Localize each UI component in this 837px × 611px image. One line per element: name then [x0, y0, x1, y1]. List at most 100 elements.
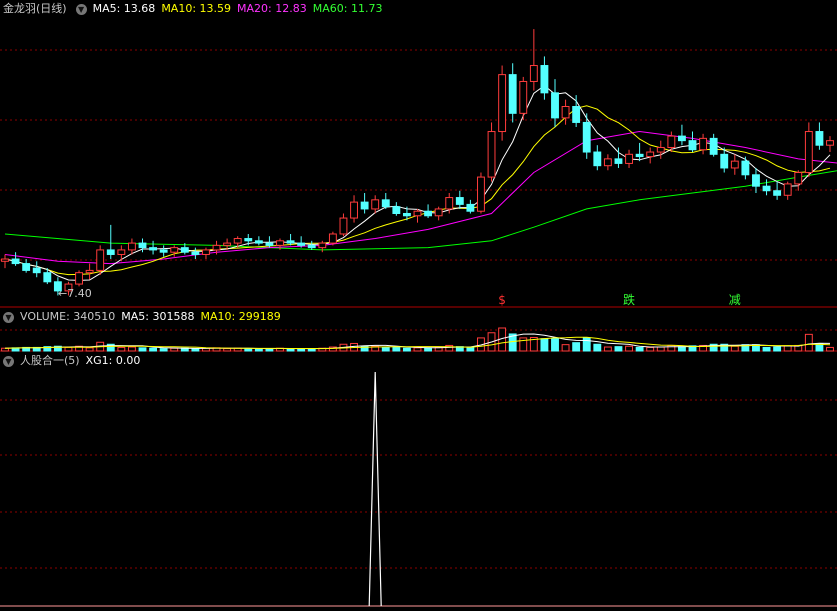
candle-body — [43, 272, 52, 283]
candle-body — [117, 249, 126, 255]
candle-body — [286, 240, 295, 244]
volume-bar — [561, 344, 570, 352]
volume-bar — [127, 346, 136, 352]
candle-body — [752, 174, 760, 187]
candle-body — [804, 131, 813, 174]
candle-body — [85, 269, 94, 274]
candle-body — [434, 208, 443, 217]
volume-bar — [64, 346, 73, 352]
candle-body — [730, 160, 739, 169]
candle-body — [318, 242, 327, 249]
candle-body — [519, 80, 528, 114]
candle-body — [826, 140, 834, 146]
volume-bar — [149, 347, 158, 352]
candle-body — [159, 249, 168, 253]
candle-body — [307, 244, 316, 249]
candle-body — [741, 160, 750, 176]
candle-body — [593, 151, 602, 167]
candle-body — [625, 153, 633, 164]
candle-body — [339, 217, 348, 235]
volume-bar — [159, 348, 168, 352]
candle-body — [424, 210, 433, 217]
volume-bar — [85, 347, 94, 352]
candle-body — [561, 106, 570, 119]
volume-bar — [656, 346, 665, 352]
volume-bar — [582, 337, 591, 352]
volume-bar — [614, 346, 623, 352]
candle-body — [667, 135, 676, 148]
candle-body — [783, 183, 792, 196]
candle-body — [815, 131, 824, 146]
candle-body — [297, 242, 306, 246]
candle-body — [127, 242, 136, 251]
candle-body — [371, 199, 380, 210]
candle-body — [276, 240, 284, 246]
candle-body — [191, 251, 200, 255]
candle-body — [487, 131, 496, 178]
candle-body — [466, 203, 475, 212]
volume-bar — [254, 348, 263, 352]
signal-s-label: $ — [498, 293, 506, 307]
candle-body — [149, 247, 158, 251]
candle-body — [614, 158, 623, 164]
volume-bar — [572, 342, 581, 352]
volume-bar — [762, 346, 771, 352]
candle-body — [381, 199, 390, 208]
candle-body — [646, 151, 655, 158]
candle-body — [551, 92, 559, 119]
volume-bar — [635, 346, 644, 352]
volume-bar — [593, 343, 602, 352]
candle-body — [22, 263, 31, 271]
volume-bar — [551, 337, 559, 352]
signal-die-label: 跌 — [623, 292, 635, 307]
volume-bar — [223, 348, 232, 352]
candle-body — [720, 153, 729, 169]
candle-body — [688, 140, 697, 151]
signal-jian-label: 减 — [729, 293, 741, 307]
low-price-label: ←7.40 — [58, 287, 92, 300]
kline-chart[interactable]: ←7.40 $ 跌 减 — [0, 0, 837, 611]
volume-bar — [117, 346, 126, 352]
candle-body — [603, 158, 612, 167]
candle-body — [360, 201, 369, 210]
volume-bar — [402, 347, 411, 352]
volume-bar — [773, 346, 782, 352]
candle-body — [1, 258, 9, 262]
volume-bar — [540, 338, 549, 352]
volume-bar — [424, 347, 433, 352]
indicator-grid — [0, 399, 837, 569]
volume-bar — [307, 348, 316, 352]
price-grid — [0, 49, 837, 261]
volume-bar — [826, 346, 834, 352]
volume-bar — [625, 345, 633, 352]
candle-body — [254, 240, 263, 244]
candle-body — [540, 65, 549, 94]
candle-body — [233, 238, 242, 244]
candle-body — [773, 190, 782, 196]
ma5-line — [4, 84, 831, 281]
candle-body — [265, 242, 274, 246]
candle-body — [477, 176, 485, 212]
candle-body — [212, 244, 221, 251]
candle-body — [508, 74, 517, 114]
candle-body — [455, 197, 464, 205]
candle-body — [699, 137, 708, 151]
candle-body — [75, 272, 83, 285]
candle-body — [762, 185, 771, 192]
candle-body — [445, 197, 454, 210]
candle-body — [106, 249, 115, 255]
candle-body — [328, 233, 337, 244]
candle-body — [413, 210, 422, 217]
candle-body — [572, 106, 581, 123]
candle-body — [794, 172, 803, 185]
candle-body — [32, 267, 41, 274]
candle-body — [498, 74, 507, 133]
volume-bar — [466, 346, 475, 352]
volume-bar — [138, 347, 147, 352]
candle-body — [244, 238, 253, 242]
candle-body — [709, 137, 718, 155]
volume-bar — [783, 345, 792, 352]
candle-body — [529, 65, 538, 82]
candle-body — [202, 249, 210, 255]
volume-bar — [381, 346, 390, 352]
